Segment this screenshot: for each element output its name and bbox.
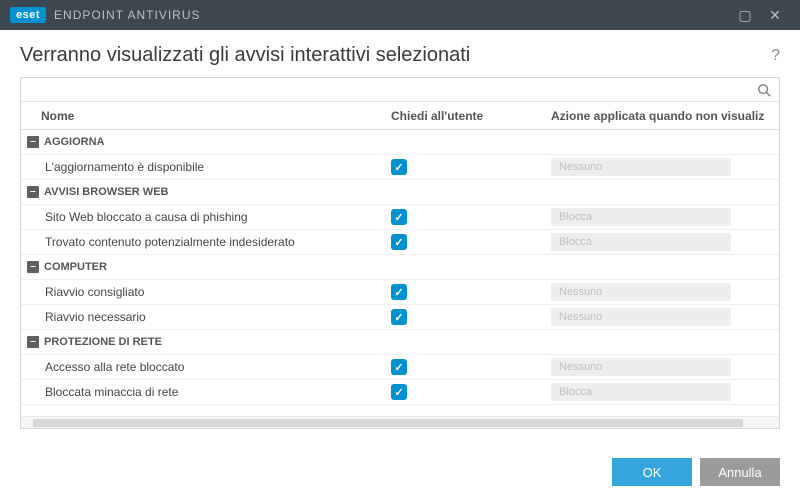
table-row[interactable]: Riavvio necessario✓ Nessuno — [21, 305, 779, 330]
item-name: Riavvio necessario — [21, 310, 391, 324]
collapse-icon[interactable]: – — [27, 336, 39, 348]
collapse-icon[interactable]: – — [27, 186, 39, 198]
item-name: Sito Web bloccato a causa di phishing — [21, 210, 391, 224]
group-row[interactable]: –COMPUTER — [21, 255, 779, 280]
group-row[interactable]: –AGGIORNA — [21, 130, 779, 155]
search-bar — [21, 78, 779, 102]
item-name: Accesso alla rete bloccato — [21, 360, 391, 374]
help-icon[interactable]: ? — [771, 47, 780, 65]
table-row[interactable]: Bloccata minaccia di rete✓ Blocca — [21, 380, 779, 405]
group-label: AVVISI BROWSER WEB — [44, 186, 168, 198]
ok-button[interactable]: OK — [612, 458, 692, 486]
column-ask[interactable]: Chiedi all'utente — [391, 109, 551, 123]
page-title: Verranno visualizzati gli avvisi interat… — [20, 44, 771, 67]
item-name: Bloccata minaccia di rete — [21, 385, 391, 399]
dialog-header: Verranno visualizzati gli avvisi interat… — [0, 30, 800, 77]
item-name: Riavvio consigliato — [21, 285, 391, 299]
table-body[interactable]: –AGGIORNAL'aggiornamento è disponibile✓N… — [21, 130, 779, 416]
collapse-icon[interactable]: – — [27, 136, 39, 148]
action-value: Nessuno — [551, 158, 731, 176]
table-header: Nome Chiedi all'utente Azione applicata … — [21, 102, 779, 130]
search-icon[interactable] — [755, 81, 773, 99]
action-value: Nessuno — [551, 283, 731, 301]
group-row[interactable]: –AVVISI BROWSER WEB — [21, 180, 779, 205]
action-value: Blocca — [551, 208, 731, 226]
checkbox-checked[interactable]: ✓ — [391, 384, 407, 400]
checkbox-checked[interactable]: ✓ — [391, 359, 407, 375]
item-name: L'aggiornamento è disponibile — [21, 160, 391, 174]
app-title: ENDPOINT ANTIVIRUS — [54, 8, 200, 22]
action-value: Blocca — [551, 383, 731, 401]
action-value: Blocca — [551, 233, 731, 251]
checkbox-checked[interactable]: ✓ — [391, 234, 407, 250]
table-row[interactable]: Sito Web bloccato a causa di phishing✓ Bl… — [21, 205, 779, 230]
group-label: PROTEZIONE DI RETE — [44, 336, 162, 348]
close-button[interactable]: ✕ — [760, 7, 790, 24]
dialog-footer: OK Annulla — [0, 429, 800, 500]
item-name: Trovato contenuto potenzialmente indesid… — [21, 235, 391, 249]
cancel-button[interactable]: Annulla — [700, 458, 780, 486]
group-label: AGGIORNA — [44, 136, 105, 148]
collapse-icon[interactable]: – — [27, 261, 39, 273]
checkbox-checked[interactable]: ✓ — [391, 284, 407, 300]
search-input[interactable] — [27, 80, 755, 100]
checkbox-checked[interactable]: ✓ — [391, 159, 407, 175]
column-action[interactable]: Azione applicata quando non visualiz — [551, 109, 779, 123]
action-value: Nessuno — [551, 358, 731, 376]
checkbox-checked[interactable]: ✓ — [391, 309, 407, 325]
maximize-button[interactable]: ▢ — [730, 7, 760, 24]
action-value: Nessuno — [551, 308, 731, 326]
column-name[interactable]: Nome — [21, 109, 391, 123]
titlebar: eset ENDPOINT ANTIVIRUS ▢ ✕ — [0, 0, 800, 30]
table-row[interactable]: Riavvio consigliato✓ Nessuno — [21, 280, 779, 305]
group-row[interactable]: –PROTEZIONE DI RETE — [21, 330, 779, 355]
group-label: COMPUTER — [44, 261, 107, 273]
checkbox-checked[interactable]: ✓ — [391, 209, 407, 225]
brand-logo: eset — [10, 7, 46, 23]
scrollbar-thumb[interactable] — [33, 419, 743, 427]
table-row[interactable]: Trovato contenuto potenzialmente indesid… — [21, 230, 779, 255]
table-row[interactable]: Accesso alla rete bloccato✓ Nessuno — [21, 355, 779, 380]
settings-panel: Nome Chiedi all'utente Azione applicata … — [20, 77, 780, 429]
horizontal-scrollbar[interactable] — [21, 416, 779, 428]
table-row[interactable]: L'aggiornamento è disponibile✓ Nessuno — [21, 155, 779, 180]
